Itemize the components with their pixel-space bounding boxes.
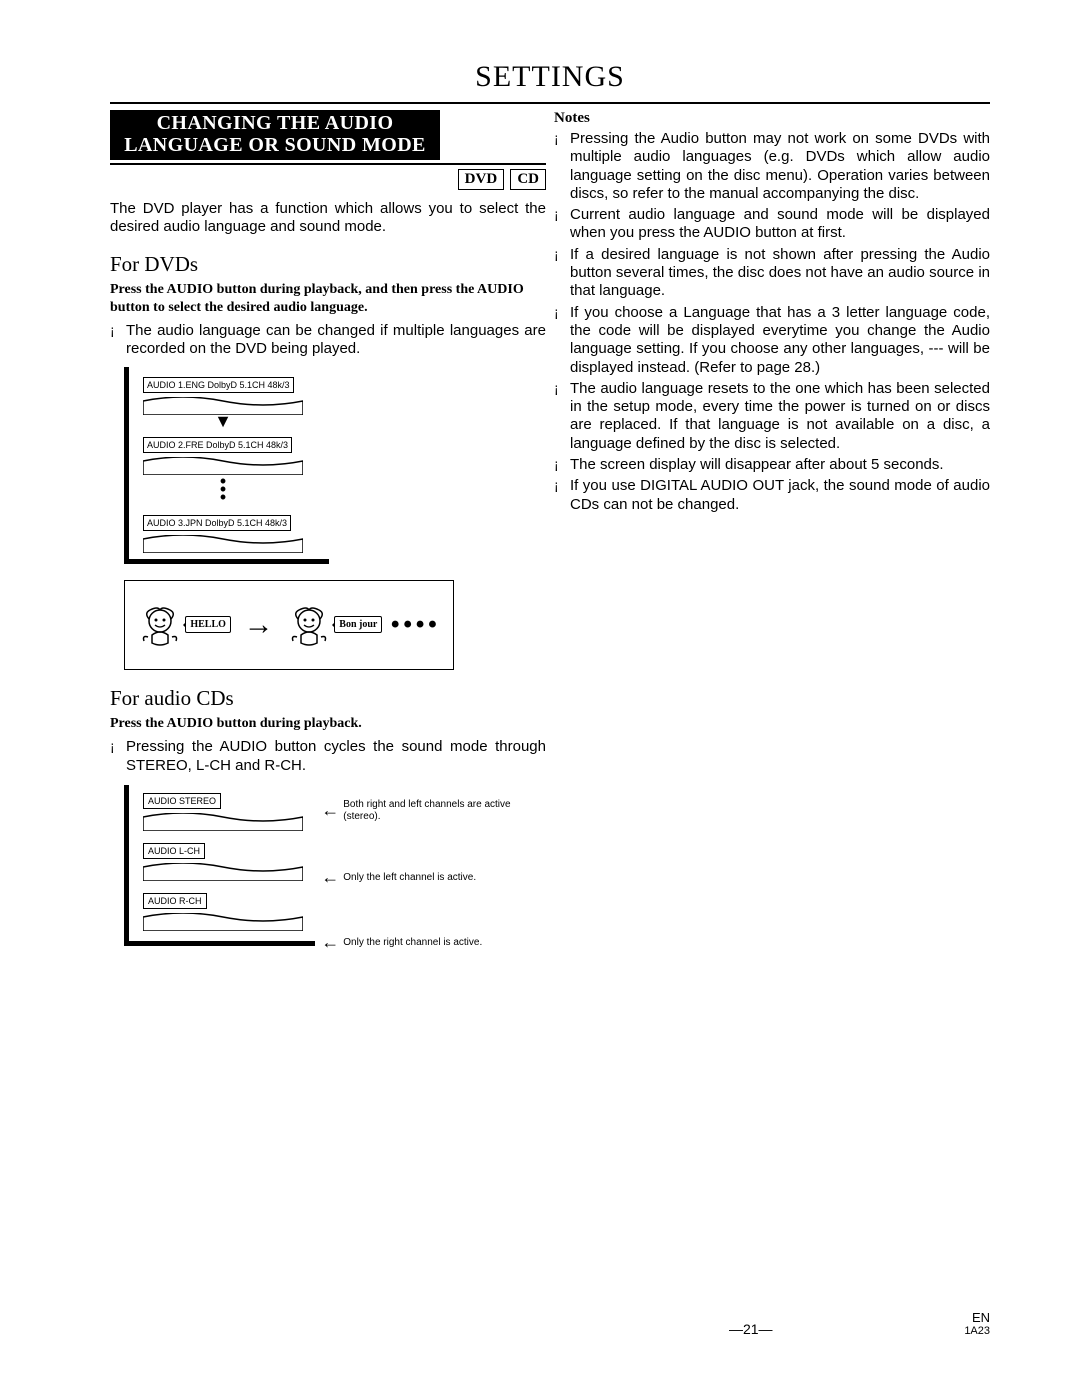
audio-label-1: AUDIO 1.ENG DolbyD 5.1CH 48k/3 [143,377,294,393]
left-arrow-icon: ← [321,867,339,889]
media-tag-dvd: DVD [458,169,505,190]
bullet-marker: ¡ [110,738,126,756]
footer-lang: EN [964,1311,990,1325]
left-arrow-icon: ← [321,800,339,822]
vertical-dots-icon: ••• [143,475,303,505]
for-dvds-instruction: Press the AUDIO button during playback, … [110,281,546,316]
for-cds-instruction: Press the AUDIO button during playback. [110,715,546,733]
ellipsis-icon: •••• [391,611,441,639]
two-column-content: CHANGING THE AUDIO LANGUAGE OR SOUND MOD… [110,110,990,984]
bullet-marker: ¡ [554,380,570,398]
cd-mode-label-1: AUDIO L-CH [143,843,205,859]
bullet-marker: ¡ [554,206,570,224]
section-heading-line1: CHANGING THE AUDIO [110,112,440,134]
footer-code: 1A23 [964,1325,990,1337]
bullet-marker: ¡ [554,477,570,495]
audio-label-2: AUDIO 2.FRE DolbyD 5.1CH 48k/3 [143,437,292,453]
page-footer: —21— EN 1A23 [110,1311,990,1337]
character-bonjour: Bon jour [286,602,382,648]
right-arrow-icon: → [244,608,274,642]
cd-mode-label-0: AUDIO STEREO [143,793,221,809]
film-strip-icon [143,913,303,931]
media-tag-cd: CD [510,169,546,190]
section-rule [110,163,546,165]
cd-mode-desc-0: Both right and left channels are active … [343,799,546,823]
media-tags: DVD CD [110,169,546,190]
cd-mode-label-2: AUDIO R-CH [143,893,207,909]
audio-label-3: AUDIO 3.JPN DolbyD 5.1CH 48k/3 [143,515,291,531]
title-rule [110,102,990,104]
page-number: —21— [537,1321,964,1337]
note-0: Pressing the Audio button may not work o… [570,130,990,203]
film-strip-icon [143,535,303,553]
speech-bubble-1: HELLO [185,616,231,633]
note-1: Current audio language and sound mode wi… [570,206,990,243]
right-column: Notes ¡Pressing the Audio button may not… [554,110,990,984]
intro-text: The DVD player has a function which allo… [110,200,546,237]
girl-face-icon [286,602,332,648]
for-dvds-bullet-text: The audio language can be changed if mul… [126,322,546,359]
section-heading-line2: LANGUAGE OR SOUND MODE [110,134,440,156]
character-hello: HELLO [137,602,231,648]
cd-cycle-figure: AUDIO STEREO AUDIO L-CH AUDIO R-CH ←Both… [124,785,546,984]
cd-mode-desc-1: Only the left channel is active. [343,872,476,884]
girl-face-icon [137,602,183,648]
bullet-marker: ¡ [554,130,570,148]
section-heading: CHANGING THE AUDIO LANGUAGE OR SOUND MOD… [110,110,440,160]
left-arrow-icon: ← [321,932,339,954]
for-dvds-heading: For DVDs [110,252,546,277]
cd-mode-desc-2: Only the right channel is active. [343,937,482,949]
note-5: The screen display will disappear after … [570,456,944,474]
film-strip-icon [143,863,303,881]
bullet-marker: ¡ [554,246,570,264]
page-title: SETTINGS [110,60,990,94]
note-2: If a desired language is not shown after… [570,246,990,301]
note-3: If you choose a Language that has a 3 le… [570,304,990,377]
left-column: CHANGING THE AUDIO LANGUAGE OR SOUND MOD… [110,110,546,984]
note-4: The audio language resets to the one whi… [570,380,990,453]
bullet-marker: ¡ [554,304,570,322]
for-cds-bullet: ¡ Pressing the AUDIO button cycles the s… [110,738,546,775]
dvd-cycle-figure: AUDIO 1.ENG DolbyD 5.1CH 48k/3 ▼ AUDIO 2… [124,367,546,564]
for-cds-heading: For audio CDs [110,686,546,711]
for-cds-bullet-text: Pressing the AUDIO button cycles the sou… [126,738,546,775]
bullet-marker: ¡ [110,322,126,340]
film-strip-icon [143,813,303,831]
note-6: If you use DIGITAL AUDIO OUT jack, the s… [570,477,990,514]
for-dvds-bullet: ¡ The audio language can be changed if m… [110,322,546,359]
language-change-illustration: HELLO → [124,580,454,670]
speech-bubble-2: Bon jour [334,616,382,633]
down-arrow-icon: ▼ [143,415,303,427]
bullet-marker: ¡ [554,456,570,474]
notes-heading: Notes [554,110,990,127]
